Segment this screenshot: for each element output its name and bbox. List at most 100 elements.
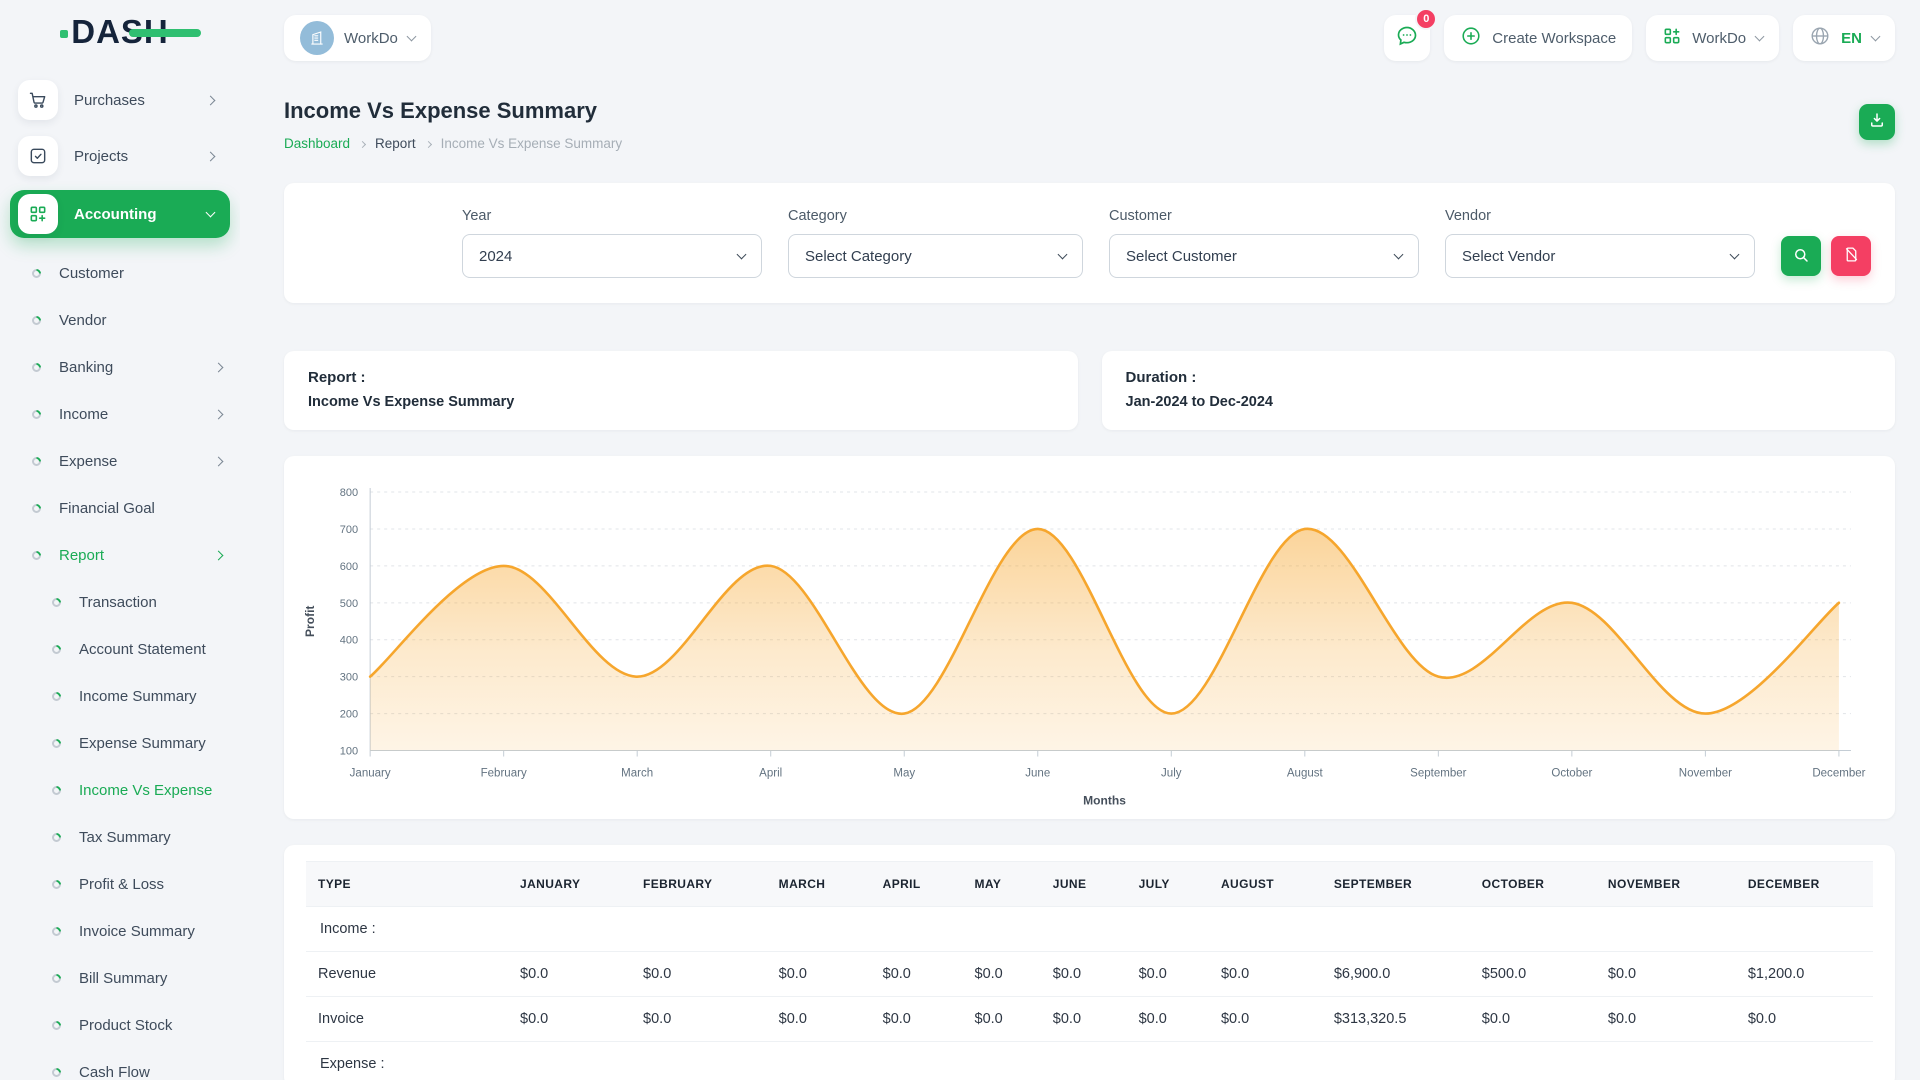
donut-icon xyxy=(50,1019,63,1032)
sidebar-item-label: Invoice Summary xyxy=(79,923,195,940)
donut-icon xyxy=(50,878,63,891)
search-icon xyxy=(1792,246,1810,267)
sidebar-item-product-stock[interactable]: Product Stock xyxy=(10,1002,230,1049)
donut-icon xyxy=(50,972,63,985)
chevron-down-icon xyxy=(1871,31,1881,41)
vendor-label: Vendor xyxy=(1445,208,1755,224)
cell-value: $0.0 xyxy=(629,996,765,1041)
income-expense-table-card: TYPE JANUARY FEBRUARY MARCH APRIL MAY JU… xyxy=(284,845,1895,1080)
sidebar-item-report[interactable]: Report xyxy=(10,532,230,579)
donut-icon xyxy=(50,690,63,703)
breadcrumb: Dashboard Report Income Vs Expense Summa… xyxy=(284,136,1895,151)
sidebar-item-label: Bill Summary xyxy=(79,970,167,987)
sidebar-item-transaction[interactable]: Transaction xyxy=(10,579,230,626)
breadcrumb-dashboard[interactable]: Dashboard xyxy=(284,136,350,151)
cell-value: $500.0 xyxy=(1468,951,1594,996)
donut-icon xyxy=(50,831,63,844)
vendor-select-value: Select Vendor xyxy=(1462,248,1555,265)
download-icon xyxy=(1868,111,1886,134)
chevron-down-icon xyxy=(1730,249,1740,259)
cell-value: $0.0 xyxy=(1207,951,1320,996)
sidebar-item-account-statement[interactable]: Account Statement xyxy=(10,626,230,673)
table-header-row: TYPE JANUARY FEBRUARY MARCH APRIL MAY JU… xyxy=(306,861,1873,906)
reset-filter-button[interactable] xyxy=(1831,236,1871,276)
sidebar-item-cash-flow[interactable]: Cash Flow xyxy=(10,1049,230,1080)
column-header: SEPTEMBER xyxy=(1320,861,1468,906)
workspace-name: WorkDo xyxy=(344,30,398,47)
customer-select[interactable]: Select Customer xyxy=(1109,234,1419,278)
sidebar-item-profit-loss[interactable]: Profit & Loss xyxy=(10,861,230,908)
download-button[interactable] xyxy=(1859,104,1895,140)
sidebar-item-tax-summary[interactable]: Tax Summary xyxy=(10,814,230,861)
apply-filter-button[interactable] xyxy=(1781,236,1821,276)
cell-value: $1,200.0 xyxy=(1734,951,1873,996)
duration-summary-card: Duration : Jan-2024 to Dec-2024 xyxy=(1102,351,1896,430)
year-select[interactable]: 2024 xyxy=(462,234,762,278)
table-row-revenue: Revenue $0.0 $0.0 $0.0 $0.0 $0.0 $0.0 $0… xyxy=(306,951,1873,996)
sidebar-item-bill-summary[interactable]: Bill Summary xyxy=(10,955,230,1002)
sidebar-item-expense-summary[interactable]: Expense Summary xyxy=(10,720,230,767)
cell-value: $0.0 xyxy=(629,951,765,996)
workspace-selector[interactable]: WorkDo xyxy=(284,15,431,61)
svg-text:400: 400 xyxy=(340,635,358,647)
chart-card: 100200300400500600700800JanuaryFebruaryM… xyxy=(284,456,1895,819)
app-menu-button[interactable]: WorkDo xyxy=(1646,15,1779,61)
sidebar-item-label: Expense Summary xyxy=(79,735,206,752)
messages-button[interactable]: 0 xyxy=(1384,15,1430,61)
svg-text:700: 700 xyxy=(340,524,358,536)
cell-value: $0.0 xyxy=(1125,996,1207,1041)
column-header: OCTOBER xyxy=(1468,861,1594,906)
sidebar-item-income-summary[interactable]: Income Summary xyxy=(10,673,230,720)
grid-plus-icon xyxy=(18,194,58,234)
report-summary-card: Report : Income Vs Expense Summary xyxy=(284,351,1078,430)
sidebar-item-income[interactable]: Income xyxy=(10,391,230,438)
grid-plus-icon xyxy=(1662,26,1682,50)
vendor-select[interactable]: Select Vendor xyxy=(1445,234,1755,278)
svg-text:April: April xyxy=(759,768,782,780)
sidebar-item-financial-goal[interactable]: Financial Goal xyxy=(10,485,230,532)
customer-select-value: Select Customer xyxy=(1126,248,1237,265)
svg-text:Months: Months xyxy=(1083,794,1126,808)
income-expense-table: TYPE JANUARY FEBRUARY MARCH APRIL MAY JU… xyxy=(306,861,1873,1080)
svg-text:October: October xyxy=(1551,768,1592,780)
sidebar-item-income-vs-expense[interactable]: Income Vs Expense xyxy=(10,767,230,814)
donut-icon xyxy=(30,549,43,562)
breadcrumb-current: Income Vs Expense Summary xyxy=(441,136,623,151)
chevron-right-icon xyxy=(206,151,216,161)
cell-value: $313,320.5 xyxy=(1320,996,1468,1041)
report-value: Income Vs Expense Summary xyxy=(308,394,1054,410)
sidebar-item-projects[interactable]: Projects xyxy=(10,134,230,178)
logo-accent-bar xyxy=(129,29,201,37)
chevron-right-icon xyxy=(214,551,224,561)
category-select-value: Select Category xyxy=(805,248,912,265)
column-header: FEBRUARY xyxy=(629,861,765,906)
svg-text:January: January xyxy=(350,768,391,780)
sidebar-item-invoice-summary[interactable]: Invoice Summary xyxy=(10,908,230,955)
column-header: AUGUST xyxy=(1207,861,1320,906)
create-workspace-button[interactable]: Create Workspace xyxy=(1444,15,1632,61)
sidebar-item-customer[interactable]: Customer xyxy=(10,250,230,297)
profit-chart-svg: 100200300400500600700800JanuaryFebruaryM… xyxy=(298,474,1881,815)
svg-text:March: March xyxy=(621,768,653,780)
category-select[interactable]: Select Category xyxy=(788,234,1083,278)
cell-value: $0.0 xyxy=(1734,996,1873,1041)
column-header: DECEMBER xyxy=(1734,861,1873,906)
sidebar-item-label: Income Summary xyxy=(79,688,197,705)
donut-icon xyxy=(50,737,63,750)
sidebar-item-accounting[interactable]: Accounting xyxy=(10,190,230,238)
chevron-down-icon xyxy=(737,249,747,259)
sidebar-item-label: Transaction xyxy=(79,594,157,611)
sidebar-item-banking[interactable]: Banking xyxy=(10,344,230,391)
year-label: Year xyxy=(462,208,762,224)
sidebar-item-purchases[interactable]: Purchases xyxy=(10,78,230,122)
svg-text:February: February xyxy=(481,768,527,780)
section-label: Income : xyxy=(306,906,1873,951)
column-header: NOVEMBER xyxy=(1594,861,1734,906)
sidebar-item-expense[interactable]: Expense xyxy=(10,438,230,485)
dash-logo[interactable]: DASH xyxy=(0,0,240,64)
breadcrumb-report[interactable]: Report xyxy=(375,136,416,151)
donut-icon xyxy=(30,502,43,515)
sidebar-item-vendor[interactable]: Vendor xyxy=(10,297,230,344)
language-selector[interactable]: EN xyxy=(1793,15,1895,61)
donut-icon xyxy=(50,596,63,609)
